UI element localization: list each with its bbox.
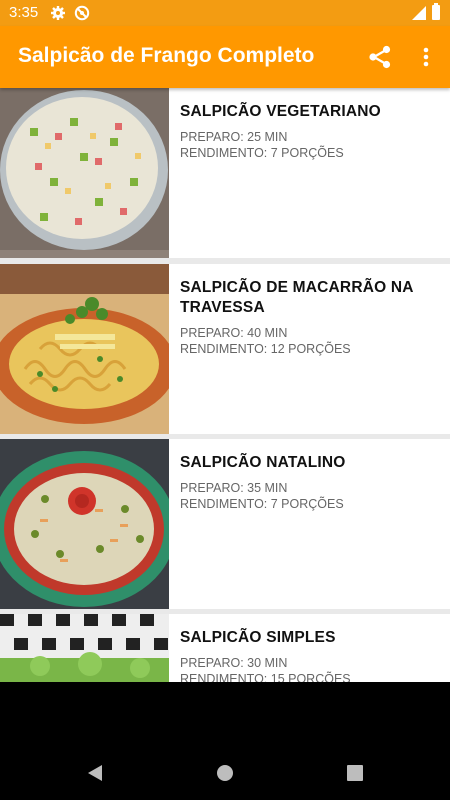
recipe-card[interactable]: SALPICÃO NATALINO PREPARO: 35 MIN RENDIM… (0, 439, 450, 609)
recipe-image (0, 88, 169, 258)
home-icon[interactable] (216, 763, 234, 783)
recipe-name: SALPICÃO SIMPLES (180, 629, 336, 646)
status-bar: 3:35 (0, 0, 450, 26)
signal-icon (412, 6, 426, 20)
recipe-name: SALPICÃO DE MACARRÃO NA TRAVESSA (180, 279, 414, 316)
recipe-yield: RENDIMENTO: 7 PORÇÕES (180, 146, 344, 160)
share-icon[interactable] (366, 43, 394, 71)
recipe-card[interactable]: SALPICÃO SIMPLES PREPARO: 30 MIN RENDIME… (0, 614, 450, 682)
recents-icon[interactable] (346, 763, 364, 783)
page-title: Salpicão de Frango Completo (18, 44, 315, 67)
recipe-prep: PREPARO: 30 MIN (180, 656, 288, 670)
app-bar: Salpicão de Frango Completo (0, 26, 450, 88)
recipe-image (0, 614, 169, 682)
do-not-disturb-icon (74, 5, 90, 21)
status-time: 3:35 (9, 4, 39, 21)
recipe-card[interactable]: SALPICÃO VEGETARIANO PREPARO: 25 MIN REN… (0, 88, 450, 258)
recipe-prep: PREPARO: 40 MIN (180, 326, 288, 340)
recipe-prep: PREPARO: 35 MIN (180, 481, 288, 495)
battery-icon (432, 3, 440, 20)
recipe-name: SALPICÃO NATALINO (180, 454, 346, 471)
back-icon[interactable] (86, 763, 104, 783)
recipe-card[interactable]: SALPICÃO DE MACARRÃO NA TRAVESSA PREPARO… (0, 264, 450, 434)
recipe-yield: RENDIMENTO: 7 PORÇÕES (180, 497, 344, 511)
recipe-image (0, 264, 169, 434)
more-vert-icon[interactable] (416, 43, 436, 71)
recipe-image (0, 439, 169, 609)
recipe-name: SALPICÃO VEGETARIANO (180, 103, 381, 120)
recipe-list: SALPICÃO VEGETARIANO PREPARO: 25 MIN REN… (0, 88, 450, 682)
recipe-prep: PREPARO: 25 MIN (180, 130, 288, 144)
gear-icon (51, 6, 65, 20)
recipe-yield: RENDIMENTO: 12 PORÇÕES (180, 342, 351, 356)
recipe-yield: RENDIMENTO: 15 PORÇÕES (180, 672, 351, 682)
